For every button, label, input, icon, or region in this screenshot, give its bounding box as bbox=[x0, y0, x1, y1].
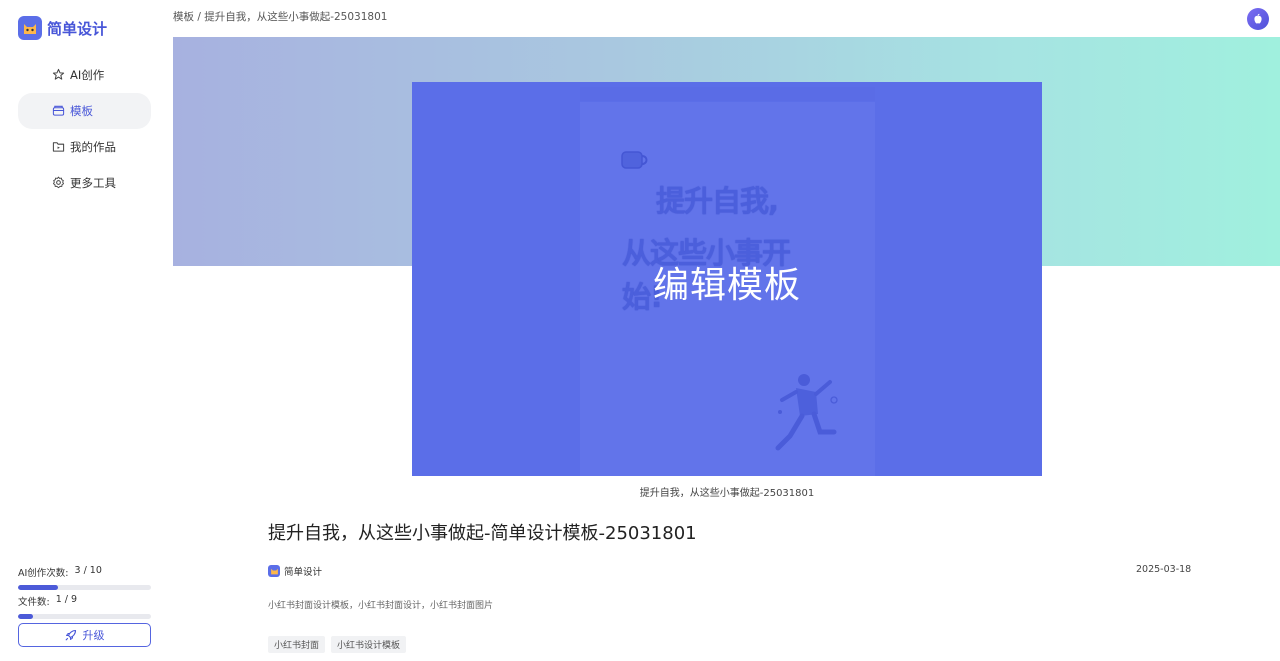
apple-icon bbox=[1254, 13, 1262, 24]
sidebar-nav: AI创作 模板 我的作品 更多工具 bbox=[18, 57, 151, 201]
preview-toolbar bbox=[580, 87, 875, 101]
avatar[interactable] bbox=[1247, 8, 1269, 30]
file-quota-value: 1 / 9 bbox=[55, 594, 78, 605]
sidebar-item-ai-create[interactable]: AI创作 bbox=[18, 57, 151, 93]
sidebar-item-templates[interactable]: 模板 bbox=[18, 93, 151, 129]
cat-logo-icon bbox=[18, 16, 42, 40]
upgrade-label: 升级 bbox=[82, 629, 105, 642]
file-quota-bar bbox=[18, 614, 151, 619]
author[interactable]: 简单设计 bbox=[268, 564, 322, 578]
sidebar-item-more-tools[interactable]: 更多工具 bbox=[18, 165, 151, 201]
preview-caption: 提升自我，从这些小事做起-25031801 bbox=[639, 488, 815, 499]
folder-icon bbox=[52, 142, 65, 152]
ai-quota-bar-fill bbox=[18, 585, 58, 590]
template-preview[interactable]: 提升自我, 从这些小事开 始! 编辑模板 bbox=[412, 82, 1042, 476]
file-quota: 文件数: 1 / 9 bbox=[18, 594, 151, 619]
star-icon bbox=[52, 68, 65, 80]
sidebar-item-label: 我的作品 bbox=[70, 140, 116, 154]
tag[interactable]: 小红书设计模板 bbox=[331, 636, 407, 653]
cup-icon bbox=[621, 151, 648, 169]
sidebar-item-label: 模板 bbox=[70, 104, 93, 118]
author-name: 简单设计 bbox=[284, 567, 323, 578]
gear-icon bbox=[53, 176, 64, 189]
template-icon bbox=[52, 105, 65, 116]
ai-quota-label: AI创作次数: bbox=[18, 568, 69, 579]
edit-template-label[interactable]: 编辑模板 bbox=[412, 256, 1042, 308]
file-quota-bar-fill bbox=[18, 614, 33, 619]
ai-quota-value: 3 / 10 bbox=[74, 565, 102, 576]
runner-illustration-icon bbox=[775, 374, 838, 451]
template-description: 小红书封面设计模板，小红书封面设计，小红书封面图片 bbox=[268, 601, 494, 611]
sidebar-item-label: AI创作 bbox=[70, 68, 105, 82]
app-logo[interactable]: 简单设计 bbox=[18, 16, 107, 40]
ai-quota-bar bbox=[18, 585, 151, 590]
app-name: 简单设计 bbox=[47, 19, 108, 38]
sidebar-item-label: 更多工具 bbox=[70, 176, 116, 190]
sidebar: 简单设计 AI创作 模板 我的作品 更多工具 AI创作次数: 3 / 10 文件… bbox=[0, 0, 168, 661]
ai-quota: AI创作次数: 3 / 10 bbox=[18, 565, 151, 590]
publish-date: 2025-03-18 bbox=[1136, 564, 1192, 575]
upgrade-button[interactable]: 升级 bbox=[18, 623, 151, 647]
file-quota-label: 文件数: bbox=[18, 597, 50, 608]
breadcrumb: 模板 / 提升自我，从这些小事做起-25031801 bbox=[173, 11, 388, 23]
tag-list: 小红书封面 小红书设计模板 bbox=[268, 636, 407, 653]
preview-title-line-1: 提升自我, bbox=[656, 184, 779, 218]
sidebar-item-my-works[interactable]: 我的作品 bbox=[18, 129, 151, 165]
page-title: 提升自我，从这些小事做起-简单设计模板-25031801 bbox=[268, 523, 697, 544]
author-avatar-icon bbox=[268, 565, 280, 577]
tag[interactable]: 小红书封面 bbox=[268, 636, 326, 653]
rocket-icon bbox=[65, 629, 76, 641]
